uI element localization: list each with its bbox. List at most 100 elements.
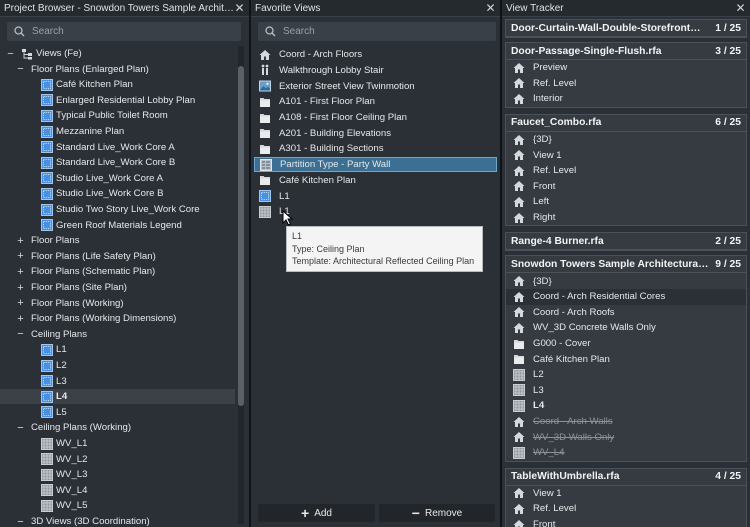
close-icon[interactable]: ✕ <box>735 1 746 15</box>
tracker-view-item[interactable]: {3D} <box>506 132 746 148</box>
tracker-view-item[interactable]: Ref. Level <box>506 76 746 92</box>
tracker-view-item[interactable]: Right <box>506 210 746 226</box>
favorite-views-search-input[interactable] <box>283 26 443 37</box>
tree-item[interactable]: WV_L4 <box>0 483 235 498</box>
tree-item[interactable]: WV_L1 <box>0 436 235 451</box>
tree-item[interactable]: L2 <box>0 358 235 373</box>
tracker-view-item[interactable]: G000 - Cover <box>506 336 746 352</box>
favorite-view-item[interactable]: A108 - First Floor Ceiling Plan <box>254 110 497 126</box>
favorite-views-titlebar: Favorite Views ✕ <box>251 0 500 17</box>
tree-item[interactable]: Standard Live_Work Core B <box>0 155 235 170</box>
expand-icon[interactable]: + <box>16 297 25 309</box>
add-button[interactable]: + Add <box>258 504 375 522</box>
expand-icon[interactable]: + <box>16 282 25 294</box>
tracker-card-header[interactable]: Faucet_Combo.rfa 6 / 25 <box>506 114 746 132</box>
favorite-view-item[interactable]: Exterior Street View Twinmotion <box>254 78 497 94</box>
project-browser-scrollbar[interactable] <box>238 46 244 524</box>
tree-item[interactable]: Café Kitchen Plan <box>0 77 235 92</box>
tracker-view-item[interactable]: Interior <box>506 91 746 107</box>
favorite-view-label: Coord - Arch Floors <box>279 49 363 61</box>
tracker-view-item[interactable]: Ref. Level <box>506 501 746 517</box>
tracker-view-item[interactable]: L4 <box>506 398 746 414</box>
tracker-card-header[interactable]: Door-Passage-Single-Flush.rfa 3 / 25 <box>506 43 746 60</box>
favorite-view-item[interactable]: A101 - First Floor Plan <box>254 94 497 110</box>
remove-button[interactable]: − Remove <box>379 504 495 522</box>
tree-item[interactable]: L5 <box>0 405 235 420</box>
tracker-card-header[interactable]: Door-Curtain-Wall-Double-Storefront… 1 / … <box>506 20 746 37</box>
favorite-view-item[interactable]: Partition Type - Party Wall <box>254 156 497 173</box>
favorite-views-search[interactable] <box>258 22 496 41</box>
tree-item[interactable]: L4 <box>0 389 235 405</box>
house-icon <box>513 149 525 161</box>
tracker-view-item[interactable]: Preview <box>506 60 746 76</box>
tracker-view-item[interactable]: View 1 <box>506 486 746 502</box>
tree-group[interactable]: + Floor Plans <box>0 233 235 248</box>
expand-icon[interactable]: + <box>16 313 25 325</box>
tracker-view-item[interactable]: Front <box>506 517 746 527</box>
tracker-view-item[interactable]: WV_3D Walls Only <box>506 429 746 445</box>
close-icon[interactable]: ✕ <box>485 1 496 15</box>
project-browser-search-input[interactable] <box>32 26 192 37</box>
close-icon[interactable]: ✕ <box>234 1 245 15</box>
expand-icon[interactable]: + <box>16 235 25 247</box>
tree-item[interactable]: Studio Two Story Live_Work Core <box>0 202 235 217</box>
tree-group[interactable]: − Ceiling Plans (Working) <box>0 420 235 435</box>
tree-item[interactable]: L3 <box>0 374 235 389</box>
favorite-view-item[interactable]: Café Kitchen Plan <box>254 173 497 189</box>
view-tooltip: L1 Type: Ceiling Plan Template: Architec… <box>286 226 483 272</box>
tracker-card-count: 2 / 25 <box>715 235 741 247</box>
collapse-icon[interactable]: − <box>6 48 15 60</box>
tracker-card-header[interactable]: TableWithUmbrella.rfa 4 / 25 <box>506 468 746 486</box>
tracker-view-item[interactable]: Coord - Arch Residential Cores <box>506 288 746 305</box>
favorite-view-item[interactable]: Coord - Arch Floors <box>254 47 497 63</box>
tree-item[interactable]: Standard Live_Work Core A <box>0 140 235 155</box>
tree-group[interactable]: + Floor Plans (Site Plan) <box>0 280 235 295</box>
tree-group[interactable]: −3D Views (3D Coordination) <box>0 514 235 527</box>
tracker-view-item[interactable]: WV_3D Concrete Walls Only <box>506 320 746 336</box>
tracker-view-item[interactable]: Front <box>506 179 746 195</box>
favorite-view-item[interactable]: A201 - Building Elevations <box>254 126 497 142</box>
tracker-view-item[interactable]: Ref. Level <box>506 163 746 179</box>
tree-group[interactable]: + Floor Plans (Working) <box>0 296 235 311</box>
tracker-view-item[interactable]: Left <box>506 194 746 210</box>
tree-item[interactable]: L1 <box>0 342 235 357</box>
tree-group[interactable]: + Floor Plans (Life Safety Plan) <box>0 249 235 264</box>
collapse-icon[interactable]: − <box>16 422 25 434</box>
favorite-view-item[interactable]: L1 <box>254 188 497 204</box>
favorite-view-item[interactable]: Walkthrough Lobby Stair <box>254 63 497 79</box>
project-browser-search[interactable] <box>7 22 241 41</box>
tree-item[interactable]: Enlarged Residential Lobby Plan <box>0 93 235 108</box>
tree-item[interactable]: Mezzanine Plan <box>0 124 235 139</box>
tree-item[interactable]: Studio Live_Work Core A <box>0 171 235 186</box>
expand-icon[interactable]: + <box>16 266 25 278</box>
tracker-card-header[interactable]: Range-4 Burner.rfa 2 / 25 <box>506 233 746 251</box>
tracker-view-item[interactable]: WV_L4 <box>506 445 746 461</box>
tree-item[interactable]: Green Roof Materials Legend <box>0 218 235 233</box>
tracker-view-item[interactable]: L2 <box>506 367 746 383</box>
expand-icon[interactable]: + <box>16 250 25 262</box>
tracker-view-item[interactable]: Coord - Arch Roofs <box>506 305 746 321</box>
tracker-view-item[interactable]: View 1 <box>506 147 746 163</box>
tree-item[interactable]: Typical Public Toilet Room <box>0 108 235 123</box>
tracker-view-item[interactable]: {3D} <box>506 273 746 289</box>
tree-item[interactable]: WV_L5 <box>0 498 235 513</box>
collapse-icon[interactable]: − <box>16 328 25 340</box>
collapse-icon[interactable]: − <box>16 63 25 75</box>
tree-item[interactable]: Studio Live_Work Core B <box>0 186 235 201</box>
tree-group[interactable]: − Floor Plans (Enlarged Plan) <box>0 62 235 77</box>
tracker-card-header[interactable]: Snowdon Towers Sample Architectural… 9 / … <box>506 256 746 274</box>
favorite-view-item[interactable]: A301 - Building Sections <box>254 141 497 157</box>
tracker-view-item[interactable]: Café Kitchen Plan <box>506 351 746 367</box>
tracker-view-item[interactable]: Coord - Arch Walls <box>506 414 746 430</box>
house-icon <box>513 291 525 303</box>
tracker-view-item[interactable]: L3 <box>506 383 746 399</box>
scrollbar-thumb[interactable] <box>238 66 244 406</box>
tree-item[interactable]: WV_L3 <box>0 467 235 482</box>
collapse-icon[interactable]: − <box>16 516 25 527</box>
tracker-view-label: Interior <box>533 93 563 105</box>
tree-group[interactable]: − Ceiling Plans <box>0 327 235 342</box>
tree-group[interactable]: − Views (Fe) <box>0 46 235 61</box>
tree-group[interactable]: + Floor Plans (Schematic Plan) <box>0 264 235 279</box>
tree-group[interactable]: + Floor Plans (Working Dimensions) <box>0 311 235 326</box>
tree-item[interactable]: WV_L2 <box>0 452 235 467</box>
